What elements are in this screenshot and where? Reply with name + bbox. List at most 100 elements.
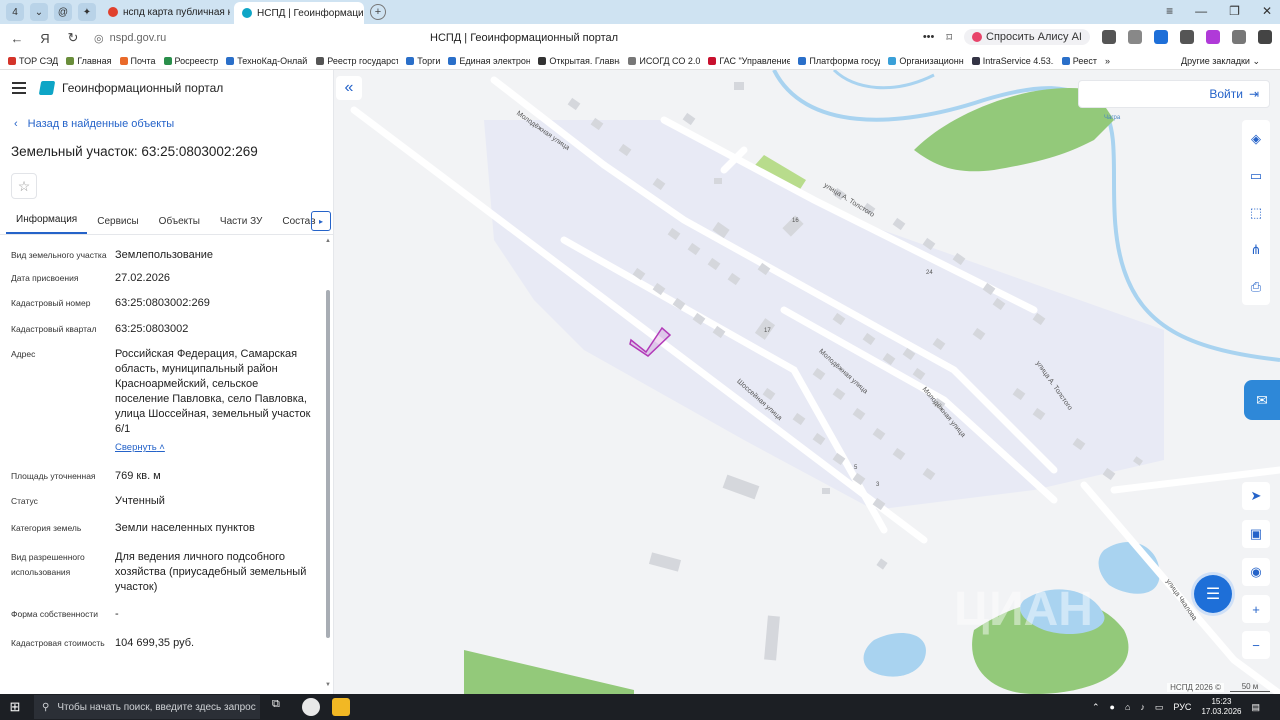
volume-icon[interactable]: ♪ — [1140, 702, 1145, 712]
bookmark-favicon-icon — [708, 56, 717, 65]
info-tab[interactable]: Сервисы — [87, 216, 148, 234]
notifications-icon[interactable]: ▤ — [1251, 702, 1260, 713]
favorite-star-icon[interactable]: ☆ — [11, 173, 37, 199]
bookmark-item[interactable]: Почта — [119, 56, 156, 66]
minimap-icon[interactable]: ▣ — [1242, 520, 1270, 548]
yandex-browser-icon[interactable] — [302, 698, 320, 716]
bookmark-item[interactable]: IntraService 4.53.1 — [971, 56, 1054, 66]
minimize-icon[interactable]: — — [1195, 4, 1207, 18]
browser-menu-icon[interactable]: ≡ — [1166, 4, 1173, 18]
info-tab[interactable]: Части ЗУ — [210, 216, 272, 234]
extension-icon[interactable] — [1128, 30, 1142, 44]
chat-icon[interactable]: ☰ — [1194, 575, 1232, 613]
bookmark-icon[interactable]: ⌑ — [946, 31, 952, 44]
bookmark-item[interactable]: Реест — [1061, 56, 1097, 66]
site-info-icon[interactable]: ◎ — [94, 32, 104, 45]
more-icon[interactable]: ••• — [923, 31, 935, 43]
bookmarks-overflow-button[interactable]: » — [1105, 56, 1110, 66]
new-tab-button[interactable]: + — [370, 4, 386, 20]
task-view-icon[interactable]: ⧉ — [272, 698, 290, 716]
bookmark-item[interactable]: ТОР СЭД — [8, 56, 58, 66]
ruler-icon[interactable]: ▭ — [1242, 157, 1270, 194]
pinned-tab-icon[interactable]: ✦ — [78, 3, 96, 21]
search-icon: ⚲ — [42, 701, 50, 713]
battery-icon[interactable]: ▭ — [1155, 702, 1164, 713]
scroll-down-icon[interactable]: ▼ — [325, 682, 331, 688]
zoom-out-icon[interactable]: − — [1242, 631, 1270, 659]
bookmark-favicon-icon — [1061, 56, 1070, 65]
other-bookmarks-button[interactable]: Другие закладки ⌄ — [1181, 56, 1260, 67]
bookmark-item[interactable]: ИСОГД СО 2.0 — [628, 56, 700, 66]
info-tab[interactable]: Объекты — [149, 216, 210, 234]
extension-icon[interactable] — [1102, 30, 1116, 44]
scroll-up-icon[interactable]: ▲ — [325, 238, 331, 244]
tabs-dropdown-icon[interactable]: ⌄ — [30, 3, 48, 21]
collapse-panel-icon[interactable]: « — [336, 76, 362, 100]
zoom-in-icon[interactable]: + — [1242, 595, 1270, 623]
extension-icon[interactable] — [1180, 30, 1194, 44]
bookmark-item[interactable]: ТехноКад-Онлайн — [226, 56, 308, 66]
select-area-icon[interactable]: ⬚ — [1242, 194, 1270, 231]
tab-stack-icon[interactable]: 4 — [6, 3, 24, 21]
login-button[interactable]: Войти ⇥ — [1078, 80, 1270, 108]
ask-alice-button[interactable]: Спросить Алису AI — [964, 29, 1090, 45]
downloads-icon[interactable] — [1258, 30, 1272, 44]
bookmark-item[interactable]: Платформа госуд — [798, 56, 880, 66]
network-icon[interactable]: ⌂ — [1125, 702, 1130, 712]
print-icon[interactable]: ⎙ — [1242, 268, 1270, 305]
url-field[interactable]: ◎ nspd.gov.ru — [94, 32, 166, 45]
property-key: Адрес — [11, 349, 36, 359]
language-indicator[interactable]: РУС — [1173, 702, 1191, 712]
map-view[interactable]: ЦИАН Молодёжная улица улица А. Толстого … — [334, 70, 1280, 694]
reload-icon[interactable]: ↻ — [62, 30, 84, 46]
extension-icon[interactable] — [1206, 30, 1220, 44]
collapse-address-link[interactable]: Свернуть ˄ — [115, 440, 165, 455]
bookmark-favicon-icon — [628, 56, 637, 65]
file-explorer-icon[interactable] — [332, 698, 350, 716]
bookmark-item[interactable]: Реестр государст — [316, 56, 398, 66]
close-window-icon[interactable]: ✕ — [1262, 4, 1272, 18]
bookmark-item[interactable]: Организационн — [888, 56, 964, 66]
tab-nspd[interactable]: НСПД | Геоинформацио ✕ — [234, 2, 364, 24]
layers-icon[interactable]: ◈ — [1242, 120, 1270, 157]
extension-icon[interactable] — [1154, 30, 1168, 44]
menu-icon[interactable] — [12, 82, 26, 94]
extensions-icon[interactable] — [1232, 30, 1246, 44]
restore-icon[interactable]: ❐ — [1229, 4, 1240, 18]
login-icon: ⇥ — [1248, 87, 1259, 101]
property-key: Дата присвоения — [11, 273, 79, 283]
nspd-favicon-icon — [242, 8, 252, 18]
back-to-results-link[interactable]: ‹ Назад в найденные объекты — [14, 118, 333, 130]
other-bookmarks-label: Другие закладки — [1180, 56, 1250, 66]
property-key: Кадастровый номер — [11, 298, 91, 308]
property-value-text: 27.02.2026 — [115, 272, 171, 284]
property-row: Категория земель Земли населенных пунктов — [0, 521, 322, 536]
back-arrow-icon[interactable]: ← — [6, 31, 28, 46]
taskbar-search[interactable]: ⚲ Чтобы начать поиск, введите здесь запр… — [34, 695, 260, 719]
clock[interactable]: 15:23 17.03.2026 — [1201, 697, 1241, 717]
bookmark-favicon-icon — [971, 56, 980, 65]
bookmark-item[interactable]: Единая электрон — [448, 56, 530, 66]
system-tray: ⌃ ● ⌂ ♪ ▭ РУС 15:23 17.03.2026 ▤ — [1092, 697, 1260, 717]
bookmark-favicon-icon — [406, 56, 415, 65]
info-tab[interactable]: Информация — [6, 214, 88, 234]
bookmark-item[interactable]: Росреестр — [163, 56, 218, 66]
bookmark-item[interactable]: Открытая. Главна — [538, 56, 620, 66]
tab-search[interactable]: нспд карта публичная кад — [100, 2, 230, 22]
yandex-home-icon[interactable]: Я — [34, 31, 56, 46]
mail-tab-icon[interactable]: @ — [54, 3, 72, 21]
tabs-scroll-right-icon[interactable]: ▸ — [311, 211, 331, 231]
windows-start-icon[interactable]: ⊞ — [0, 699, 30, 715]
share-icon[interactable]: ⋔ — [1242, 231, 1270, 268]
my-location-icon[interactable]: ➤ — [1242, 482, 1270, 510]
bookmark-item[interactable]: ГАС "Управление — [708, 56, 790, 66]
bookmark-item[interactable]: Торги — [406, 56, 440, 66]
tray-arrow-icon[interactable]: ⌃ — [1092, 702, 1100, 713]
geolocation-icon[interactable]: ◉ — [1242, 558, 1270, 586]
yandex-favicon-icon — [108, 7, 118, 17]
scrollbar-thumb[interactable] — [326, 290, 330, 638]
properties-scrollbar[interactable]: ▲ ▼ — [325, 238, 331, 688]
bookmark-item[interactable]: Главная — [66, 56, 112, 66]
feedback-icon[interactable]: ✉ — [1244, 380, 1280, 420]
tray-app-icon[interactable]: ● — [1110, 702, 1115, 712]
